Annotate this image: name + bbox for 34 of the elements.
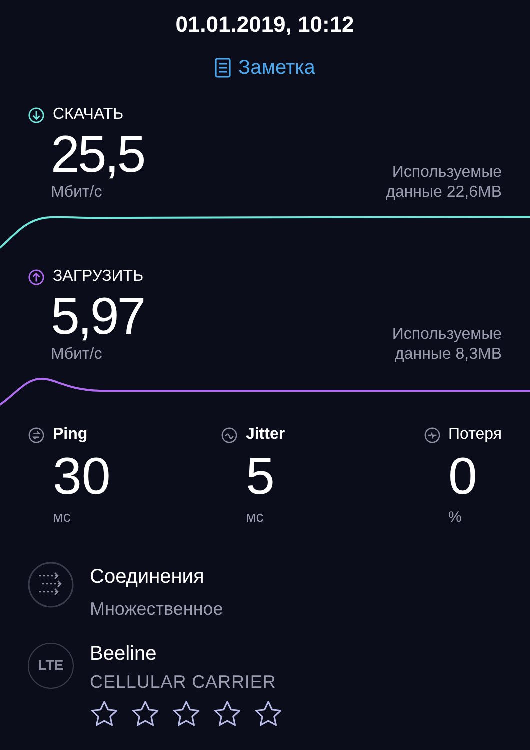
connections-mode: Множественное xyxy=(90,598,224,620)
metric-unit: % xyxy=(448,508,463,528)
wave-icon xyxy=(220,426,238,444)
pulse-icon xyxy=(424,426,441,444)
data-used: Используемые данные 8,3MB xyxy=(391,325,502,365)
speed-value: 5,97 xyxy=(51,289,144,345)
metric-label: Ping xyxy=(53,425,88,445)
network-badge: LTE xyxy=(28,642,74,688)
star-icon[interactable] xyxy=(254,700,283,728)
note-icon xyxy=(214,58,231,78)
speed-value: 25,5 xyxy=(51,127,144,183)
speed-label: СКАЧАТЬ xyxy=(53,105,124,125)
metric-unit: мс xyxy=(244,508,265,528)
note-link[interactable]: Заметка xyxy=(214,53,316,83)
star-icon[interactable] xyxy=(90,700,119,728)
connections-icon xyxy=(28,562,74,608)
metric-label: Потеря xyxy=(448,425,502,445)
metric-value: 5 xyxy=(244,447,276,507)
arrows-icon xyxy=(28,426,45,444)
star-icon[interactable] xyxy=(213,700,242,728)
date-time: 01.01.2019, 10:12 xyxy=(176,11,354,39)
metric-value: 0 xyxy=(448,447,478,507)
connections-title: Соединения xyxy=(90,564,206,590)
star-icon[interactable] xyxy=(131,700,160,728)
metric-label: Jitter xyxy=(246,425,286,445)
speed-unit: Мбит/с xyxy=(51,345,104,365)
metric-value: 30 xyxy=(52,447,111,507)
star-icon[interactable] xyxy=(172,700,201,728)
data-used: Используемые данные 22,6MB xyxy=(385,163,502,203)
carrier-name: Beeline xyxy=(90,642,158,666)
metric-unit: мс xyxy=(52,508,72,528)
speed-unit: Мбит/с xyxy=(51,183,104,203)
speed-label: ЗАГРУЗИТЬ xyxy=(53,267,144,287)
carrier-type: CELLULAR CARRIER xyxy=(90,670,278,694)
